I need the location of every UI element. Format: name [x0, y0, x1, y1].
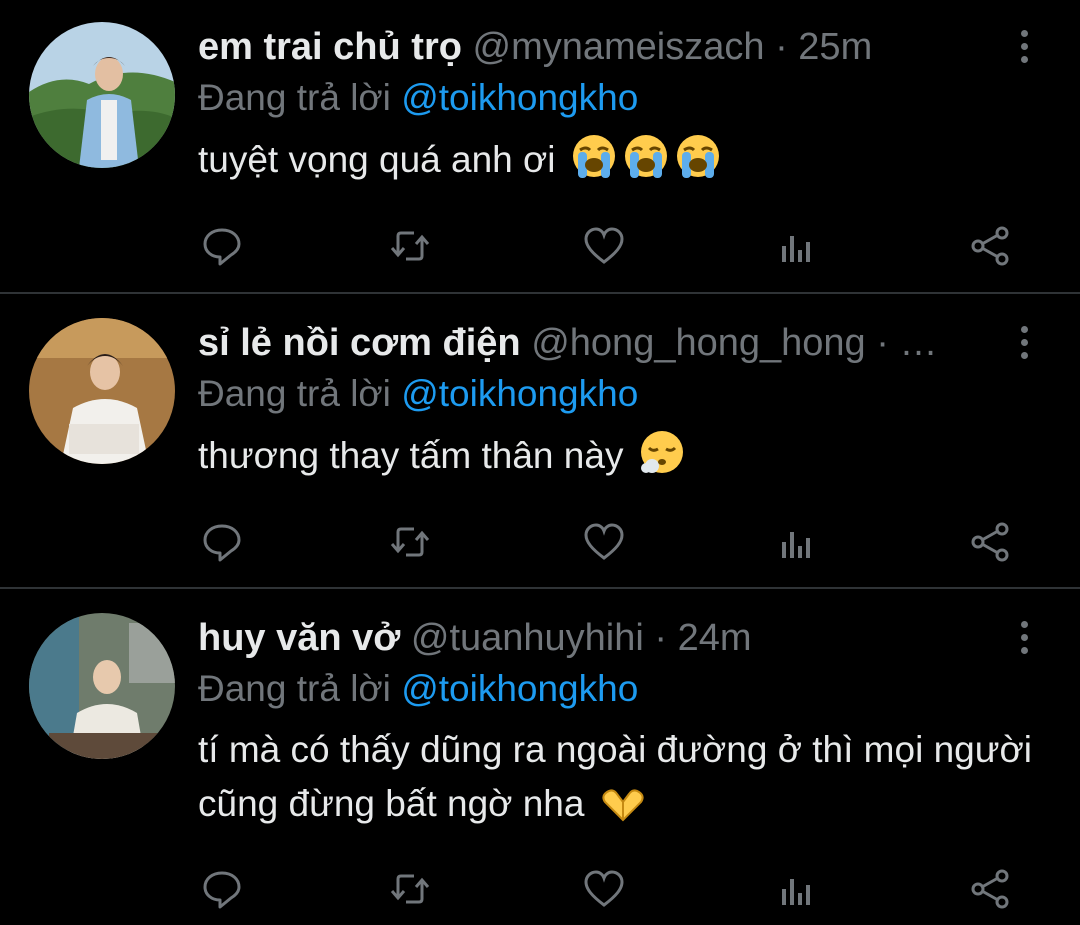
loudly-crying-face-icon — [674, 132, 722, 195]
share-icon[interactable] — [968, 224, 1016, 272]
replying-to: Đang trả lời @toikhongkho — [198, 74, 638, 122]
more-options-icon[interactable] — [1012, 326, 1036, 362]
retweet-icon[interactable] — [388, 867, 436, 915]
avatar[interactable] — [29, 22, 175, 168]
tweet-text: thương thay tấm thân này — [198, 428, 1048, 491]
avatar[interactable] — [29, 318, 175, 464]
separator-dot: · — [654, 617, 668, 659]
display-name[interactable]: sỉ lẻ nồi cơm điện — [198, 322, 521, 364]
tweet-header: sỉ lẻ nồi cơm điện @hong_hong_hong · … — [198, 318, 980, 368]
face-exhaling-icon — [638, 428, 686, 491]
like-icon[interactable] — [582, 520, 630, 568]
tweet-text: tuyệt vọng quá anh ơi — [198, 132, 1048, 195]
retweet-icon[interactable] — [388, 520, 436, 568]
user-handle[interactable]: @mynameiszach — [473, 26, 765, 68]
timestamp[interactable]: 25m — [798, 26, 872, 68]
share-icon[interactable] — [968, 520, 1016, 568]
tweet-text-content: thương thay tấm thân này — [198, 435, 624, 476]
display-name[interactable]: em trai chủ trọ — [198, 26, 462, 68]
divider — [0, 587, 1080, 589]
mention-link[interactable]: @toikhongkho — [401, 373, 638, 414]
like-icon[interactable] — [582, 867, 630, 915]
reply-icon[interactable] — [200, 867, 248, 915]
replying-to: Đang trả lời @toikhongkho — [198, 370, 638, 418]
tweet-header: huy văn vở @tuanhuyhihi · 24m — [198, 613, 980, 663]
analytics-icon[interactable] — [776, 867, 824, 915]
loudly-crying-face-icon — [570, 132, 618, 195]
mention-link[interactable]: @toikhongkho — [401, 77, 638, 118]
tweet-text-content: tuyệt vọng quá anh ơi — [198, 139, 556, 180]
mention-link[interactable]: @toikhongkho — [401, 668, 638, 709]
divider — [0, 292, 1080, 294]
replying-prefix: Đang trả lời — [198, 668, 391, 709]
share-icon[interactable] — [968, 867, 1016, 915]
loudly-crying-face-icon — [622, 132, 670, 195]
replying-prefix: Đang trả lời — [198, 77, 391, 118]
analytics-icon[interactable] — [776, 520, 824, 568]
user-handle[interactable]: @hong_hong_hong — [531, 322, 865, 364]
avatar[interactable] — [29, 613, 175, 759]
more-options-icon[interactable] — [1012, 30, 1036, 66]
tweet-actions — [198, 520, 1018, 568]
reply-icon[interactable] — [200, 520, 248, 568]
reply-icon[interactable] — [200, 224, 248, 272]
tweet-actions — [198, 867, 1018, 915]
replying-prefix: Đang trả lời — [198, 373, 391, 414]
separator-dot: · … — [876, 322, 938, 364]
like-icon[interactable] — [582, 224, 630, 272]
analytics-icon[interactable] — [776, 224, 824, 272]
tweet-text: tí mà có thấy dũng ra ngoài đường ở thì … — [198, 723, 1048, 839]
timestamp[interactable]: 24m — [678, 617, 752, 659]
tweet-actions — [198, 224, 1018, 272]
more-options-icon[interactable] — [1012, 621, 1036, 657]
heart-hands-icon — [599, 784, 647, 839]
display-name[interactable]: huy văn vở — [198, 617, 400, 659]
user-handle[interactable]: @tuanhuyhihi — [411, 617, 644, 659]
retweet-icon[interactable] — [388, 224, 436, 272]
separator-dot: · — [775, 26, 788, 68]
tweet-header: em trai chủ trọ @mynameiszach · 25m — [198, 22, 980, 72]
replying-to: Đang trả lời @toikhongkho — [198, 665, 638, 713]
